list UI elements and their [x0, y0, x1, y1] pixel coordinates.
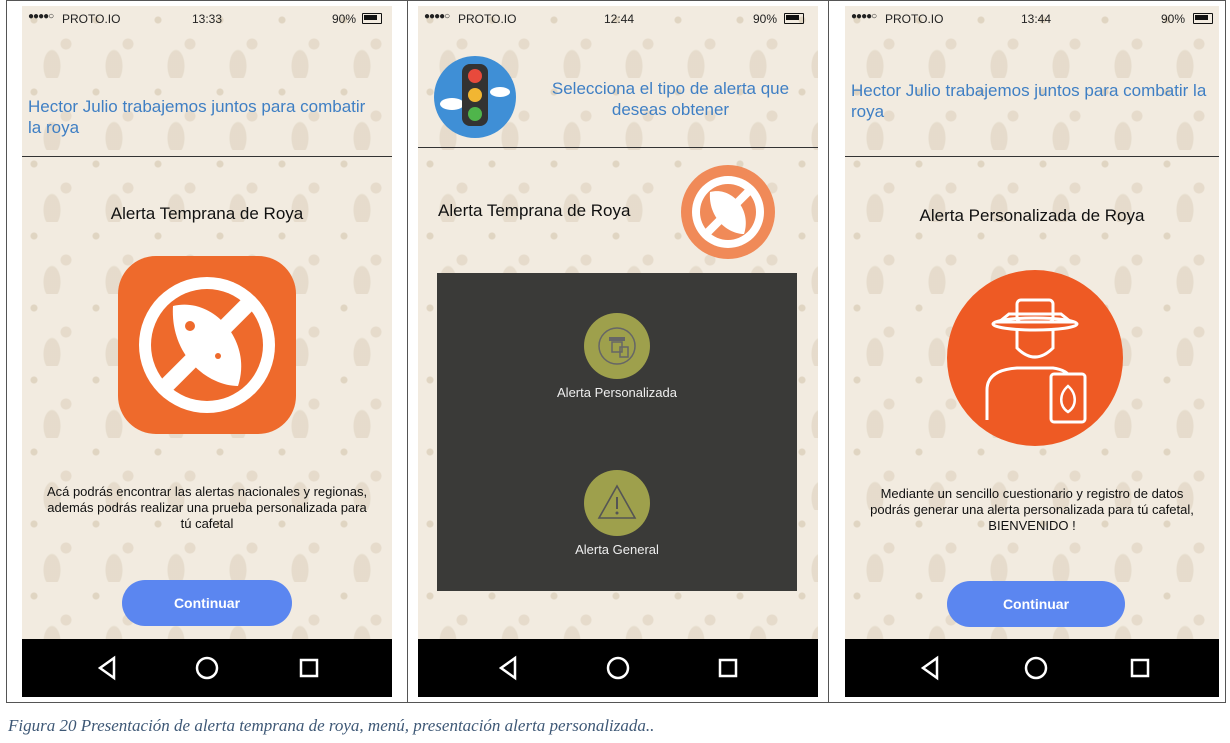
continue-button[interactable]: Continuar: [122, 580, 292, 626]
menu-label: Alerta General: [575, 542, 659, 557]
description: Acá podrás encontrar las alertas naciona…: [46, 484, 368, 531]
farmer-tablet-icon: [584, 313, 650, 379]
description: Mediante un sencillo cuestionario y regi…: [870, 486, 1194, 533]
carrier-label: PROTO.IO: [885, 12, 944, 26]
figure-caption: Figura 20 Presentación de alerta tempran…: [8, 716, 655, 735]
recents-square-icon[interactable]: [294, 653, 324, 683]
panel-divider: [407, 0, 408, 703]
traffic-light-icon: [432, 54, 518, 140]
status-bar: ●●●●○ PROTO.IO 13:44 90%: [845, 6, 1219, 32]
header-instruction: Selecciona el tipo de alerta que deseas …: [551, 79, 790, 119]
battery-percent: 90%: [332, 12, 357, 26]
home-circle-icon[interactable]: [1021, 653, 1051, 683]
alert-type-menu: Alerta Personalizada Alerta General: [437, 273, 797, 591]
section-title: Alerta Personalizada de Roya: [919, 206, 1145, 225]
header-divider: [845, 156, 1219, 157]
android-navbar: [845, 639, 1219, 697]
panel-divider: [828, 0, 829, 703]
carrier-label: PROTO.IO: [62, 12, 121, 26]
signal-dots: ●●●●○: [28, 11, 54, 22]
battery-icon: [1193, 13, 1213, 24]
status-bar: ●●●●○ PROTO.IO 12:44 90%: [418, 6, 818, 32]
continue-button[interactable]: Continuar: [947, 581, 1125, 627]
header-divider: [22, 156, 392, 157]
menu-label: Alerta Personalizada: [557, 385, 677, 400]
battery-icon: [362, 13, 382, 24]
screen-personalized-alert-intro: ●●●●○ PROTO.IO 13:44 90% Hector Julio tr…: [845, 6, 1219, 697]
battery-percent: 90%: [1161, 12, 1186, 26]
signal-dots: ●●●●○: [424, 11, 450, 22]
header-divider: [418, 147, 818, 148]
android-navbar: [22, 639, 392, 697]
home-circle-icon[interactable]: [603, 653, 633, 683]
warning-triangle-icon: [584, 470, 650, 536]
menu-item-general[interactable]: Alerta General: [437, 470, 797, 560]
farmer-tablet-icon: [947, 270, 1123, 446]
header-greeting: Hector Julio trabajemos juntos para comb…: [28, 97, 366, 137]
clock: 13:33: [192, 12, 223, 26]
clock: 12:44: [604, 12, 635, 26]
back-triangle-icon[interactable]: [915, 653, 945, 683]
header-greeting: Hector Julio trabajemos juntos para comb…: [851, 81, 1207, 121]
carrier-label: PROTO.IO: [458, 12, 517, 26]
recents-square-icon[interactable]: [1125, 653, 1155, 683]
recents-square-icon[interactable]: [713, 653, 743, 683]
menu-item-personalizada[interactable]: Alerta Personalizada: [437, 313, 797, 403]
screen-alert-menu: ●●●●○ PROTO.IO 12:44 90% Selecciona el t…: [418, 6, 818, 697]
back-triangle-icon[interactable]: [92, 653, 122, 683]
status-bar: ●●●●○ PROTO.IO 13:33 90%: [22, 6, 392, 32]
section-title: Alerta Temprana de Roya: [110, 204, 304, 223]
home-circle-icon[interactable]: [192, 653, 222, 683]
signal-dots: ●●●●○: [851, 11, 877, 22]
screen-early-alert-intro: ●●●●○ PROTO.IO 13:33 90% Hector Julio tr…: [22, 6, 392, 697]
back-triangle-icon[interactable]: [493, 653, 523, 683]
battery-percent: 90%: [753, 12, 778, 26]
android-navbar: [418, 639, 818, 697]
battery-icon: [784, 13, 804, 24]
clock: 13:44: [1021, 12, 1052, 26]
rust-prohibited-leaf-icon: [680, 164, 776, 260]
section-title: Alerta Temprana de Roya: [438, 201, 631, 220]
rust-prohibited-leaf-icon: [118, 256, 296, 434]
